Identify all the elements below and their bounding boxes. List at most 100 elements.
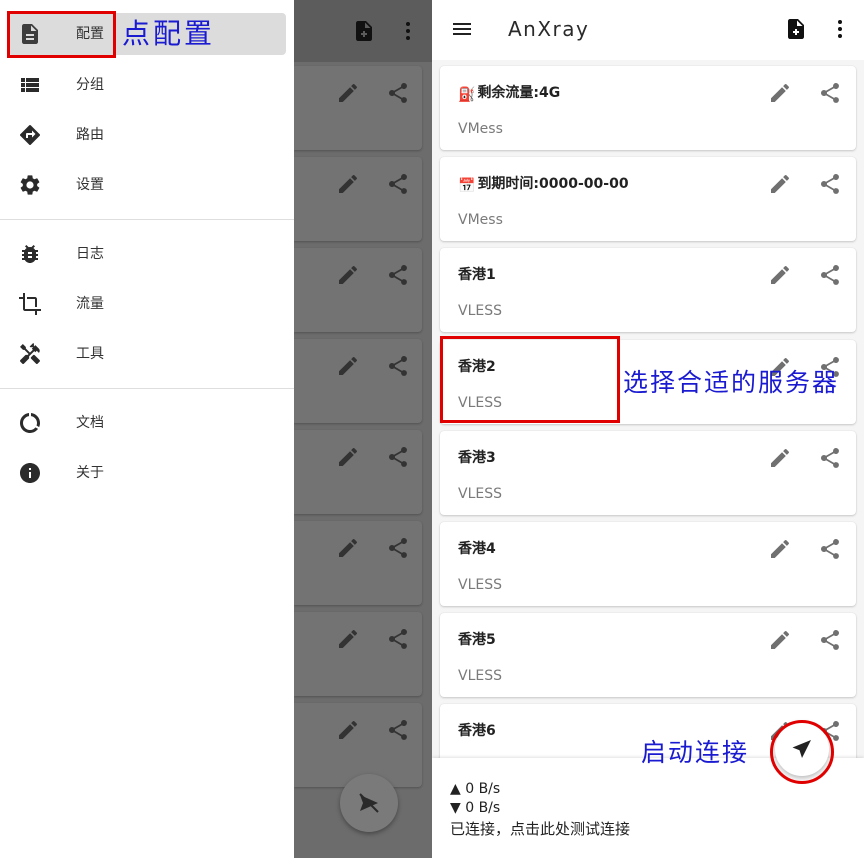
share-icon [388, 356, 407, 376]
left-screen-drawer-open: 配置 分组 路由 设置 日志 流量 工具 文档 关于 [0, 0, 432, 858]
app-title: AnXray [508, 17, 590, 41]
nav-item-routes[interactable]: 路由 [0, 112, 294, 158]
config-title-text: 到期时间:0000-00-00 [477, 176, 629, 192]
edit-icon[interactable] [768, 446, 792, 470]
dimmed-config-card [294, 339, 422, 423]
config-type: VLESS [458, 303, 502, 319]
navigation-drawer: 配置 分组 路由 设置 日志 流量 工具 文档 关于 [0, 0, 294, 858]
config-title: 香港1 [458, 267, 496, 283]
config-card[interactable]: ⛽ 剩余流量:4G VMess [440, 66, 856, 150]
nav-item-label: 流量 [76, 296, 104, 312]
config-title: 香港4 [458, 541, 496, 557]
share-icon[interactable] [818, 537, 842, 561]
send-off-icon [359, 793, 379, 813]
dimmed-connect-fab [340, 774, 398, 832]
config-title: 香港6 [458, 723, 496, 739]
dimmed-config-card [294, 430, 422, 514]
nav-item-traffic[interactable]: 流量 [0, 281, 294, 327]
config-card[interactable]: 📅 到期时间:0000-00-00 VMess [440, 157, 856, 241]
annotation-box-server [440, 336, 620, 423]
share-icon[interactable] [818, 446, 842, 470]
share-icon [388, 174, 407, 194]
fuel-pump-icon: ⛽ [458, 87, 476, 103]
divider [0, 219, 294, 220]
share-icon [388, 629, 407, 649]
edit-icon[interactable] [768, 628, 792, 652]
config-card[interactable]: 香港5 VLESS [440, 613, 856, 697]
donut-icon [20, 413, 40, 433]
edit-icon[interactable] [768, 537, 792, 561]
nav-item-label: 分组 [76, 77, 104, 93]
config-card[interactable]: 香港3 VLESS [440, 431, 856, 515]
share-icon[interactable] [818, 628, 842, 652]
nav-item-label: 日志 [76, 246, 104, 262]
annotation-text-start-connection: 启动连接 [641, 738, 750, 767]
nav-item-tools[interactable]: 工具 [0, 331, 294, 377]
menu-icon[interactable] [450, 17, 474, 41]
edit-icon [339, 83, 358, 102]
gear-icon [20, 175, 40, 195]
crop-icon [19, 293, 41, 315]
share-icon [388, 720, 407, 740]
list-icon [21, 78, 39, 92]
nav-item-logs[interactable]: 日志 [0, 231, 294, 277]
nav-item-label: 文档 [76, 415, 104, 431]
share-icon [388, 447, 407, 467]
dimmed-config-card [294, 612, 422, 696]
nav-item-label: 路由 [76, 127, 104, 143]
config-card[interactable]: 香港4 VLESS [440, 522, 856, 606]
nav-item-label: 工具 [76, 346, 104, 362]
download-speed: ▼ 0 B/s [450, 800, 501, 816]
nav-item-label: 设置 [76, 177, 104, 193]
annotation-text-choose-server: 选择合适的服务器 [623, 368, 840, 397]
nav-item-groups[interactable]: 分组 [0, 62, 294, 108]
dimmed-config-card [294, 703, 422, 787]
dimmed-config-card [294, 157, 422, 241]
config-type: VMess [458, 121, 503, 137]
config-title: 香港5 [458, 632, 496, 648]
config-type: VLESS [458, 577, 502, 593]
edit-icon [339, 538, 358, 557]
calendar-icon: 📅 [458, 178, 476, 194]
config-title: ⛽ 剩余流量:4G [458, 84, 560, 104]
config-type: VLESS [458, 486, 502, 502]
config-title: 📅 到期时间:0000-00-00 [458, 175, 629, 195]
edit-icon [339, 447, 358, 466]
nav-item-label: 关于 [76, 465, 104, 481]
upload-speed: ▲ 0 B/s [450, 781, 501, 797]
share-icon[interactable] [818, 172, 842, 196]
connection-status-text[interactable]: 已连接，点击此处测试连接 [450, 819, 630, 839]
annotation-circle-fab [770, 720, 834, 784]
edit-icon [339, 629, 358, 648]
more-vert-icon [406, 22, 410, 40]
edit-icon [339, 174, 358, 193]
annotation-text-tap-config: 点配置 [122, 17, 216, 50]
share-icon [388, 538, 407, 558]
add-document-icon [356, 21, 372, 41]
route-icon [20, 124, 41, 145]
share-icon[interactable] [818, 263, 842, 287]
config-title: 香港3 [458, 450, 496, 466]
divider [0, 388, 294, 389]
app-toolbar: AnXray [432, 0, 864, 60]
info-icon [20, 463, 40, 483]
tools-icon [20, 343, 40, 365]
edit-icon [339, 356, 358, 375]
add-document-icon[interactable] [784, 17, 808, 41]
nav-item-settings[interactable]: 设置 [0, 162, 294, 208]
annotation-box-config [7, 11, 116, 58]
config-title-text: 剩余流量:4G [477, 85, 561, 101]
edit-icon[interactable] [768, 172, 792, 196]
share-icon [388, 83, 407, 103]
bug-icon [22, 245, 38, 263]
share-icon[interactable] [818, 81, 842, 105]
nav-item-docs[interactable]: 文档 [0, 400, 294, 446]
dimmed-config-card [294, 248, 422, 332]
nav-item-about[interactable]: 关于 [0, 450, 294, 496]
more-vert-icon[interactable] [828, 17, 852, 41]
edit-icon[interactable] [768, 263, 792, 287]
edit-icon [339, 265, 358, 284]
edit-icon[interactable] [768, 81, 792, 105]
share-icon [388, 265, 407, 285]
config-card[interactable]: 香港1 VLESS [440, 248, 856, 332]
